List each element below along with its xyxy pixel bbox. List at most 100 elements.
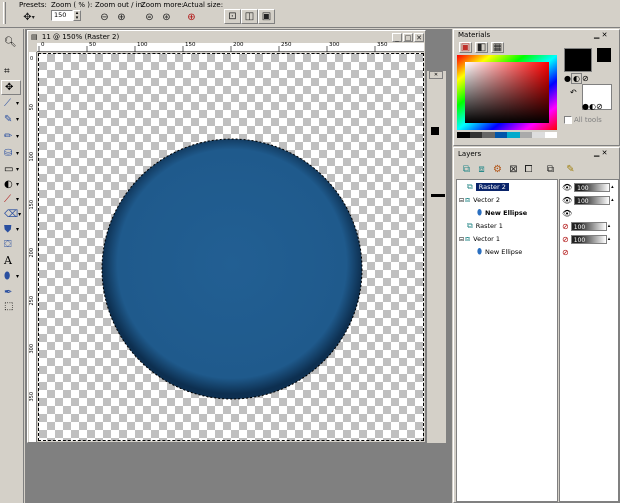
- visibility-eye-icon[interactable]: 👁︎: [562, 183, 572, 192]
- opacity-value: 100: [573, 236, 586, 244]
- dodge-tool[interactable]: ◐ ▾: [1, 177, 21, 192]
- layers-minimize-icon[interactable]: ▁: [594, 149, 599, 157]
- color-picker-frame[interactable]: [457, 55, 557, 130]
- bg-solid-icon: ●: [582, 102, 589, 111]
- layers-palette: Layers ▁ ✕ ⧉ ⧈ ⚙ ⊠ ⧠ ⧉ ✎ ⧉ Raster 2 ⊟ ⧈ …: [453, 147, 620, 503]
- pen-tool[interactable]: ✒: [1, 285, 21, 300]
- properties-icon: ⚙: [493, 164, 502, 175]
- layer-name: New Ellipse: [485, 209, 528, 217]
- layer-row[interactable]: ⊟ ⧈ Vector 1: [457, 233, 561, 245]
- maximize-icon: □: [404, 33, 412, 42]
- fit-screen-icon: ▣: [261, 11, 272, 22]
- layer-options-row: 👁︎ 100 ▴: [560, 194, 620, 206]
- opacity-spin-icon[interactable]: ▴: [608, 236, 611, 242]
- close-button[interactable]: ✕: [414, 33, 424, 42]
- blue-ellipse-shape[interactable]: [101, 138, 363, 400]
- hidden-eye-icon[interactable]: ⊘: [562, 248, 569, 257]
- eraser-tool[interactable]: ⌫ ▾: [1, 207, 21, 222]
- scratch-remover-tool[interactable]: ▭ ▾: [1, 162, 21, 177]
- fit-image-icon: ◫: [244, 11, 255, 22]
- vruler-label-50: 50: [29, 104, 35, 111]
- fit-screen-button[interactable]: ▣: [258, 9, 275, 24]
- hidden-eye-icon[interactable]: ⊘: [562, 222, 569, 231]
- fill-style-buttons[interactable]: ● ◐ ⊘: [564, 73, 589, 84]
- opacity-spin-icon[interactable]: ▴: [611, 184, 614, 190]
- grayscale-strip[interactable]: [457, 132, 557, 138]
- opacity-spin-icon[interactable]: ▴: [611, 197, 614, 203]
- text-tool[interactable]: A: [1, 253, 21, 268]
- layer-row[interactable]: ⊟ ⧈ Vector 2: [457, 194, 561, 206]
- layer-row[interactable]: ⧉ Raster 1: [457, 220, 569, 232]
- bg-gradient-icon: ◐: [588, 102, 596, 111]
- image-canvas[interactable]: [38, 53, 424, 441]
- ruler-label-300: 300: [329, 42, 340, 48]
- vruler-label-200: 200: [29, 248, 35, 258]
- document-title: 11 @ 150% (Raster 2): [41, 33, 120, 41]
- smudge-tool[interactable]: ⟋ ▾: [1, 192, 21, 207]
- crop-icon: ⌗: [4, 66, 10, 77]
- new-vector-layer-button[interactable]: ⧈: [473, 162, 490, 177]
- opacity-slider[interactable]: 100: [570, 234, 607, 244]
- layer-row[interactable]: ⧉ Raster 2: [457, 181, 569, 193]
- zoom-out-button[interactable]: ⊖: [96, 10, 113, 25]
- maximize-button[interactable]: □: [403, 33, 413, 42]
- edit-icon: ✎: [566, 164, 575, 175]
- rainbow-icon: ◧: [476, 42, 487, 53]
- bg-style-buttons[interactable]: ●◐⊘: [582, 102, 603, 111]
- opacity-slider[interactable]: 100: [574, 182, 611, 192]
- foreground-swatch[interactable]: [564, 48, 592, 72]
- opacity-slider[interactable]: 100: [574, 195, 611, 205]
- all-tools-checkbox[interactable]: All tools: [564, 116, 602, 124]
- new-vector-icon: ⧈: [478, 164, 485, 175]
- layer-properties-button[interactable]: ⚙: [489, 162, 506, 177]
- move-tool[interactable]: ✥: [1, 80, 21, 95]
- minimize-button[interactable]: _: [392, 33, 402, 42]
- swap-arrow[interactable]: ↶: [570, 88, 577, 97]
- duplicate-layer-button[interactable]: ⧉: [542, 162, 559, 177]
- frame-tab-button[interactable]: ▣: [459, 42, 472, 53]
- document-icon: ▤: [31, 33, 38, 41]
- clone-tool[interactable]: ⛁ ▾: [1, 146, 21, 161]
- solid-color-icon: ●: [564, 74, 571, 83]
- promote-layer-button[interactable]: ⧠: [520, 162, 537, 177]
- fit-window-button[interactable]: ⊡: [224, 9, 241, 24]
- visibility-eye-icon[interactable]: 👁︎: [562, 196, 572, 205]
- materials-title: Materials: [458, 31, 491, 39]
- zoom-input[interactable]: 150: [51, 10, 73, 21]
- presets-button[interactable]: ✥ ▾: [18, 10, 40, 25]
- selection-tool[interactable]: ⟋ ▾: [1, 96, 21, 111]
- layer-name: Vector 1: [473, 235, 501, 243]
- layer-options-row: ⊘ 100 ▴: [560, 220, 620, 232]
- preset-shape-tool[interactable]: ⬮ ▾: [1, 269, 21, 284]
- opacity-spin-icon[interactable]: ▴: [608, 223, 611, 229]
- swap-colors-button[interactable]: [597, 48, 611, 62]
- zoom-more-out-button[interactable]: ⊜: [141, 10, 158, 25]
- zoom-spinner[interactable]: ▴ ▾: [73, 10, 81, 21]
- rainbow-tab-button[interactable]: ◧: [475, 42, 488, 53]
- fit-image-button[interactable]: ◫: [241, 9, 258, 24]
- actual-size-button[interactable]: ⊕: [183, 10, 200, 25]
- collapse-icon[interactable]: ⊟: [459, 197, 464, 204]
- visibility-eye-icon[interactable]: 👁︎: [562, 209, 572, 218]
- opacity-slider[interactable]: 100: [570, 221, 607, 231]
- dropper-tool[interactable]: ✎ ▾: [1, 112, 21, 127]
- materials-minimize-icon[interactable]: ▁: [594, 31, 599, 39]
- zoom-tool[interactable]: 🔍︎: [1, 35, 21, 50]
- layer-options-row: 👁︎ 100 ▴: [560, 181, 620, 193]
- object-selection-tool[interactable]: ⬚: [1, 299, 21, 314]
- layers-close-icon[interactable]: ✕: [602, 149, 608, 157]
- paint-brush-tool[interactable]: ✏ ▾: [1, 129, 21, 144]
- layer-options-column: 👁︎ 100 ▴ 👁︎ 100 ▴ 👁︎ ⊘ 100 ▴ ⊘ 100 ▴ ⊘: [559, 179, 619, 502]
- zoom-more-in-button[interactable]: ⊛: [158, 10, 175, 25]
- collapse-icon[interactable]: ⊟: [459, 236, 464, 243]
- zoom-in-button[interactable]: ⊕: [113, 10, 130, 25]
- crop-tool[interactable]: ⌗: [1, 64, 21, 79]
- swatches-tab-button[interactable]: ▦: [491, 42, 504, 53]
- materials-close-icon[interactable]: ✕: [602, 31, 608, 39]
- raster-layer-icon: ⧉: [467, 221, 473, 230]
- pen-icon: ✒: [4, 287, 13, 298]
- picture-tube-tool[interactable]: ⛊ ▾: [1, 222, 21, 237]
- hidden-eye-icon[interactable]: ⊘: [562, 235, 569, 244]
- edit-selection-button[interactable]: ✎: [562, 162, 579, 177]
- flood-fill-tool[interactable]: ⛋: [1, 237, 21, 252]
